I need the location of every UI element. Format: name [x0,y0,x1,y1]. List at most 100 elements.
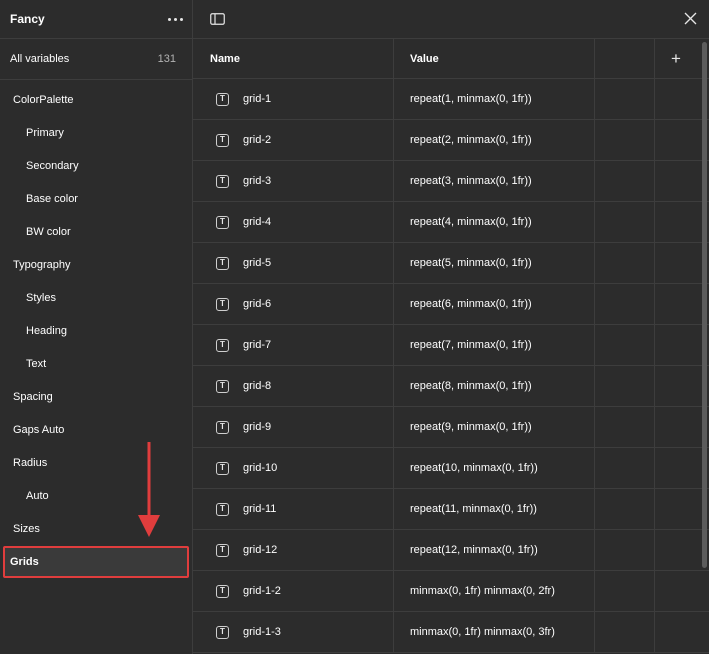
variable-name-cell[interactable]: Tgrid-1-2 [193,571,394,611]
variable-value-cell[interactable]: minmax(0, 1fr) minmax(0, 2fr) [394,571,595,611]
sidebar-group-heading[interactable]: Heading [3,314,189,347]
sidebar-group-radius[interactable]: Radius [3,446,189,479]
row-add-cell [655,571,697,611]
text-type-icon: T [216,420,229,434]
table-row[interactable]: Tgrid-12 repeat(12, minmax(0, 1fr)) [193,530,709,571]
text-type-icon: T [216,297,229,311]
text-type-icon: T [216,625,229,639]
row-add-cell [655,120,697,160]
all-variables-count: 131 [157,53,176,65]
variable-name-cell[interactable]: Tgrid-4 [193,202,394,242]
variable-value-cell[interactable]: repeat(3, minmax(0, 1fr)) [394,161,595,201]
row-add-cell [655,325,697,365]
group-list: ColorPalette Primary Secondary Base color BW… [0,80,192,578]
table-row[interactable]: Tgrid-5 repeat(5, minmax(0, 1fr)) [193,243,709,284]
plus-icon[interactable]: + [655,39,697,78]
collection-title: Fancy [10,12,45,26]
variable-name-cell[interactable]: Tgrid-3 [193,161,394,201]
table-row[interactable]: Tgrid-7 repeat(7, minmax(0, 1fr)) [193,325,709,366]
text-type-icon: T [216,256,229,270]
vertical-scrollbar[interactable] [702,42,707,568]
text-type-icon: T [216,215,229,229]
row-spacer-cell [595,612,655,652]
variable-value-cell[interactable]: repeat(5, minmax(0, 1fr)) [394,243,595,283]
sidebar-group-primary[interactable]: Primary [3,116,189,149]
more-horizontal-icon[interactable] [168,14,183,25]
variable-name-cell[interactable]: Tgrid-10 [193,448,394,488]
row-spacer-cell [595,366,655,406]
sidebar-group-gaps-auto[interactable]: Gaps Auto [3,413,189,446]
variable-name-cell[interactable]: Tgrid-1 [193,79,394,119]
variable-value-cell[interactable]: repeat(8, minmax(0, 1fr)) [394,366,595,406]
row-spacer-cell [595,407,655,447]
column-header-name[interactable]: Name [193,39,394,78]
variable-value-cell[interactable]: minmax(0, 1fr) minmax(0, 3fr) [394,612,595,652]
sidebar-group-typography[interactable]: Typography [3,248,189,281]
sidebar-group-text[interactable]: Text [3,347,189,380]
variable-name: grid-2 [243,134,272,146]
variable-value-cell[interactable]: repeat(11, minmax(0, 1fr)) [394,489,595,529]
sidebar-group-grids[interactable]: Grids [3,546,189,578]
row-spacer-cell [595,79,655,119]
variable-value-cell[interactable]: repeat(4, minmax(0, 1fr)) [394,202,595,242]
variable-value-cell[interactable]: repeat(2, minmax(0, 1fr)) [394,120,595,160]
variable-name-cell[interactable]: Tgrid-2 [193,120,394,160]
sidebar-panel-icon[interactable] [210,13,225,25]
sidebar-group-auto[interactable]: Auto [3,479,189,512]
variable-value-cell[interactable]: repeat(10, minmax(0, 1fr)) [394,448,595,488]
variable-name: grid-11 [243,503,277,515]
variable-name-cell[interactable]: Tgrid-12 [193,530,394,570]
text-type-icon: T [216,584,229,598]
row-add-cell [655,448,697,488]
variable-name-cell[interactable]: Tgrid-1-3 [193,612,394,652]
row-add-cell [655,407,697,447]
row-spacer-cell [595,448,655,488]
table-row[interactable]: Tgrid-3 repeat(3, minmax(0, 1fr)) [193,161,709,202]
table-row[interactable]: Tgrid-11 repeat(11, minmax(0, 1fr)) [193,489,709,530]
row-add-cell [655,79,697,119]
variable-name: grid-12 [243,544,278,556]
sidebar-group-sizes[interactable]: Sizes [3,512,189,545]
row-spacer-cell [595,161,655,201]
variable-name: grid-10 [243,462,278,474]
variable-rows: Tgrid-1 repeat(1, minmax(0, 1fr)) Tgrid-2 r… [193,79,709,653]
row-spacer-cell [595,571,655,611]
table-row[interactable]: Tgrid-2 repeat(2, minmax(0, 1fr)) [193,120,709,161]
variable-name-cell[interactable]: Tgrid-8 [193,366,394,406]
row-add-cell [655,243,697,283]
text-type-icon: T [216,461,229,475]
row-add-cell [655,530,697,570]
table-row[interactable]: Tgrid-6 repeat(6, minmax(0, 1fr)) [193,284,709,325]
table-row[interactable]: Tgrid-4 repeat(4, minmax(0, 1fr)) [193,202,709,243]
variable-value-cell[interactable]: repeat(6, minmax(0, 1fr)) [394,284,595,324]
table-row[interactable]: Tgrid-8 repeat(8, minmax(0, 1fr)) [193,366,709,407]
variable-value-cell[interactable]: repeat(7, minmax(0, 1fr)) [394,325,595,365]
sidebar-group-bw-color[interactable]: BW color [3,215,189,248]
variable-name: grid-5 [243,257,272,269]
sidebar-group-base-color[interactable]: Base color [3,182,189,215]
row-spacer-cell [595,202,655,242]
variable-value-cell[interactable]: repeat(12, minmax(0, 1fr)) [394,530,595,570]
row-add-cell [655,489,697,529]
all-variables-item[interactable]: All variables 131 [0,39,192,80]
sidebar-group-styles[interactable]: Styles [3,281,189,314]
table-row[interactable]: Tgrid-1 repeat(1, minmax(0, 1fr)) [193,79,709,120]
variable-name-cell[interactable]: Tgrid-7 [193,325,394,365]
variable-name-cell[interactable]: Tgrid-11 [193,489,394,529]
table-row[interactable]: Tgrid-1-3 minmax(0, 1fr) minmax(0, 3fr) [193,612,709,653]
table-row[interactable]: Tgrid-1-2 minmax(0, 1fr) minmax(0, 2fr) [193,571,709,612]
variable-value-cell[interactable]: repeat(9, minmax(0, 1fr)) [394,407,595,447]
sidebar-group-secondary[interactable]: Secondary [3,149,189,182]
table-row[interactable]: Tgrid-9 repeat(9, minmax(0, 1fr)) [193,407,709,448]
variable-name-cell[interactable]: Tgrid-5 [193,243,394,283]
variable-name-cell[interactable]: Tgrid-9 [193,407,394,447]
sidebar-group-colorpalette[interactable]: ColorPalette [3,83,189,116]
variable-value-cell[interactable]: repeat(1, minmax(0, 1fr)) [394,79,595,119]
sidebar-group-spacing[interactable]: Spacing [3,380,189,413]
row-add-cell [655,284,697,324]
variable-name-cell[interactable]: Tgrid-6 [193,284,394,324]
table-row[interactable]: Tgrid-10 repeat(10, minmax(0, 1fr)) [193,448,709,489]
close-icon[interactable] [684,12,697,25]
text-type-icon: T [216,174,229,188]
column-header-value[interactable]: Value [394,39,595,78]
